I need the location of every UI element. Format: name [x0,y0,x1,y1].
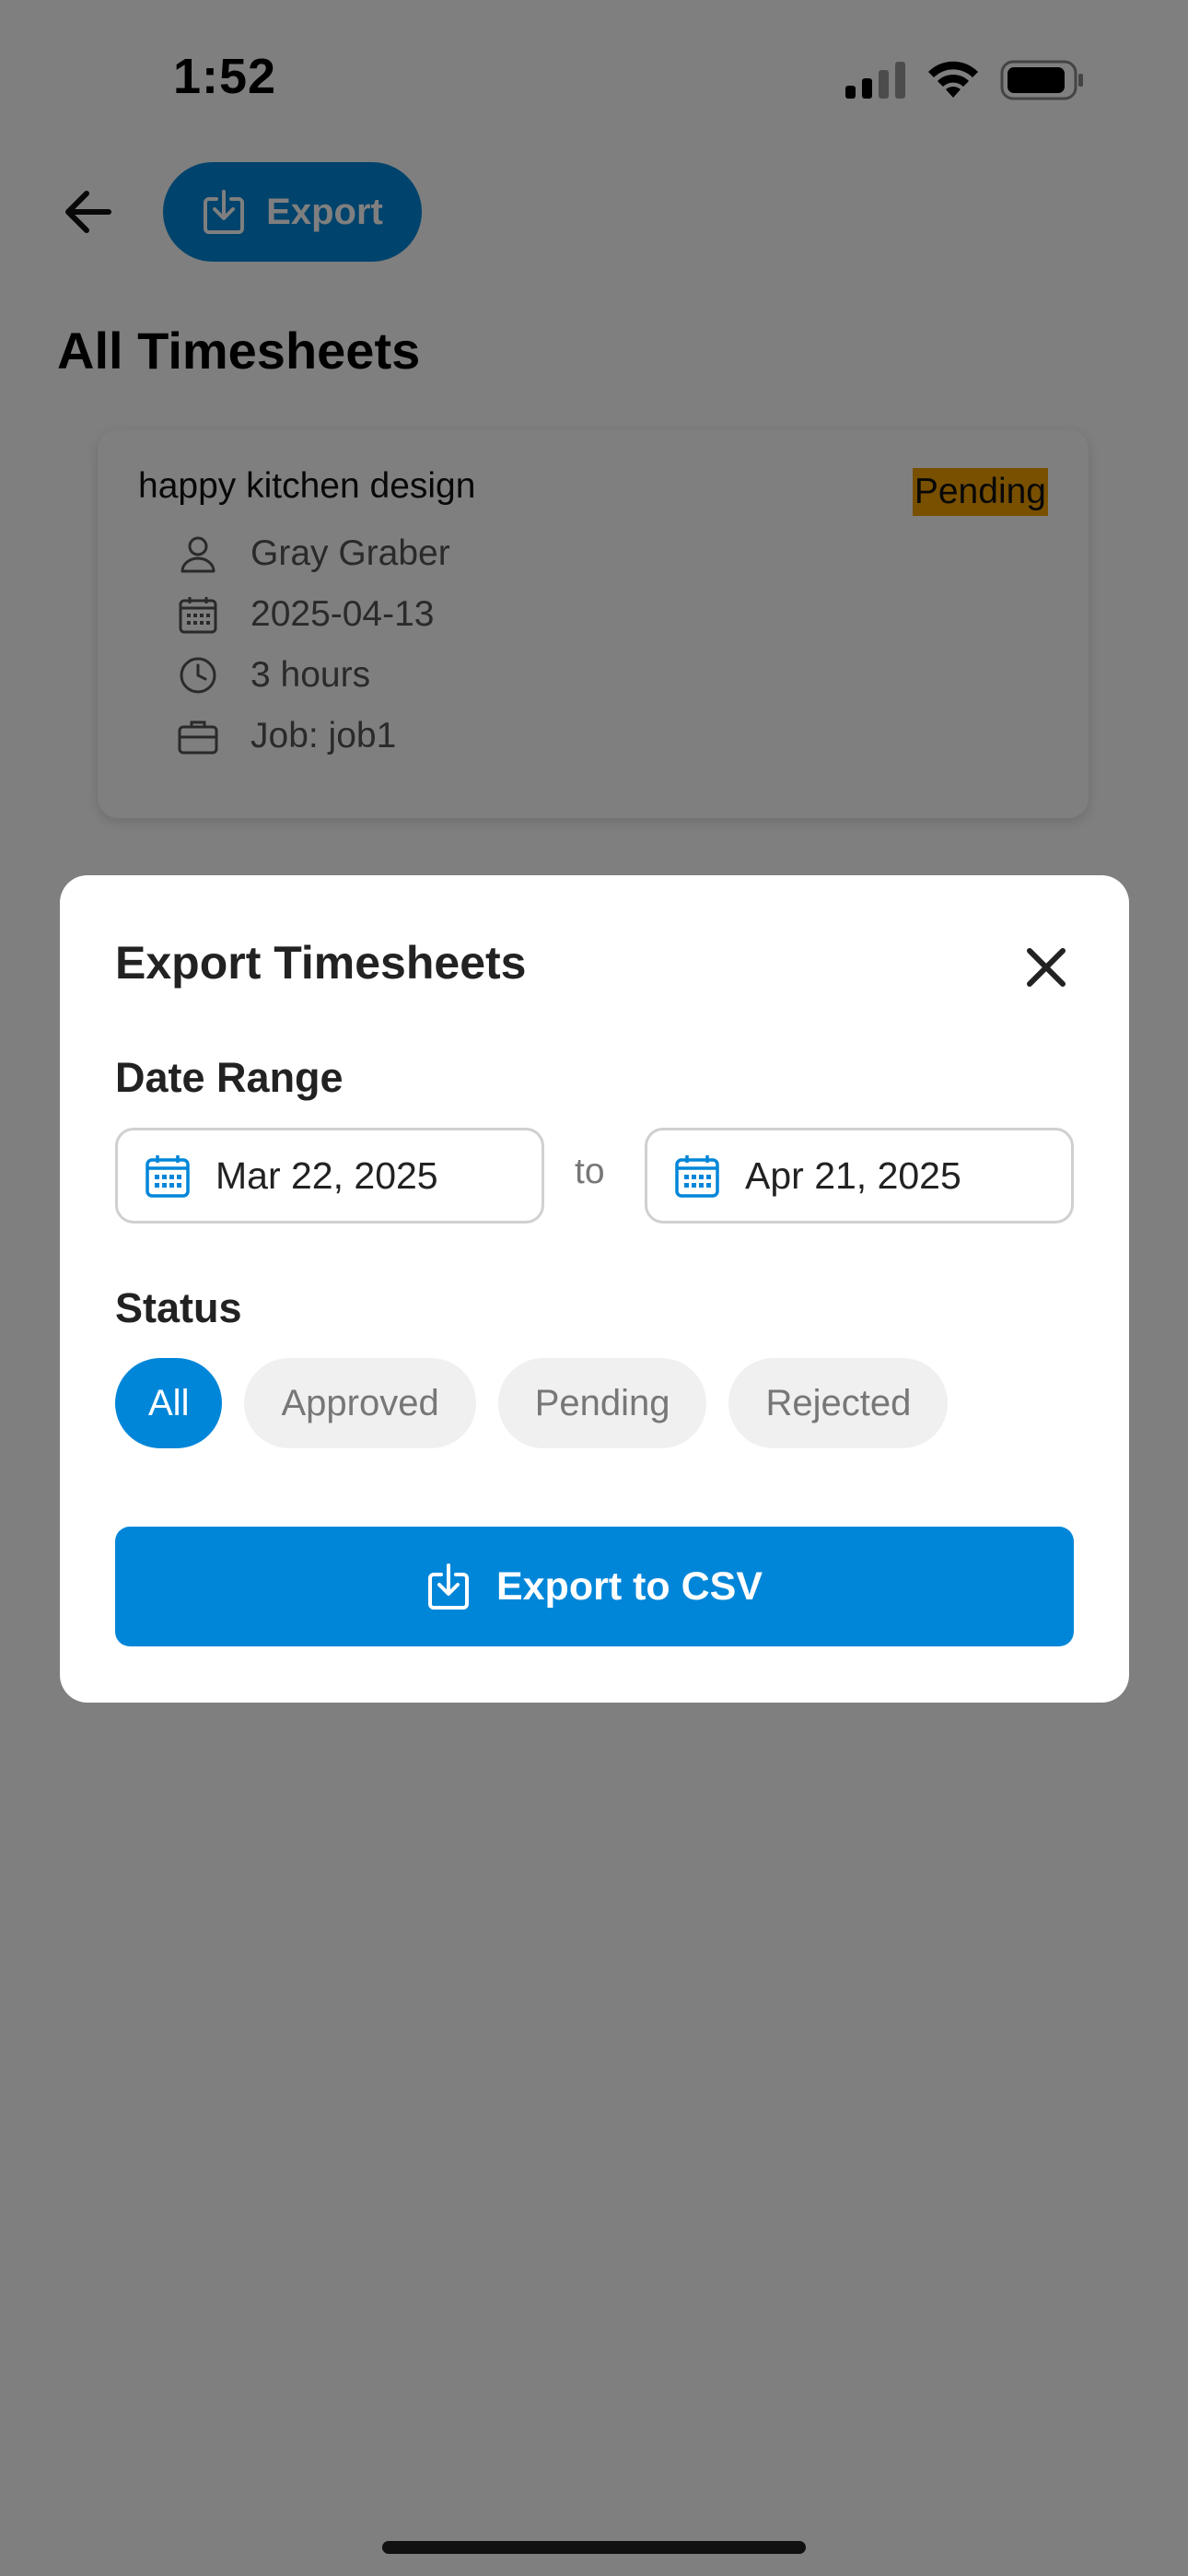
calendar-icon [675,1155,719,1198]
status-chip-all[interactable]: All [115,1358,223,1448]
close-icon[interactable] [1019,940,1074,995]
home-indicator [382,2541,806,2554]
modal-title: Export Timesheets [115,937,527,989]
status-filter-group: All Approved Pending Rejected [115,1358,949,1448]
to-label: to [575,1152,605,1191]
end-date-field[interactable]: Apr 21, 2025 [645,1128,1074,1224]
status-chip-rejected[interactable]: Rejected [728,1358,949,1448]
download-icon [427,1563,469,1610]
end-date-value: Apr 21, 2025 [745,1153,961,1197]
start-date-field[interactable]: Mar 22, 2025 [115,1128,544,1224]
start-date-value: Mar 22, 2025 [215,1153,438,1197]
screen: 1:52 Export All Timesheets happy [0,0,1188,2576]
export-to-csv-button[interactable]: Export to CSV [115,1527,1074,1646]
export-to-csv-label: Export to CSV [495,1563,763,1609]
status-chip-approved[interactable]: Approved [244,1358,476,1448]
status-label: Status [115,1284,242,1331]
export-modal: Export Timesheets Date Range Mar 22, 202… [60,875,1129,1703]
status-chip-pending[interactable]: Pending [497,1358,707,1448]
date-range-label: Date Range [115,1054,344,1101]
calendar-icon [146,1155,190,1198]
